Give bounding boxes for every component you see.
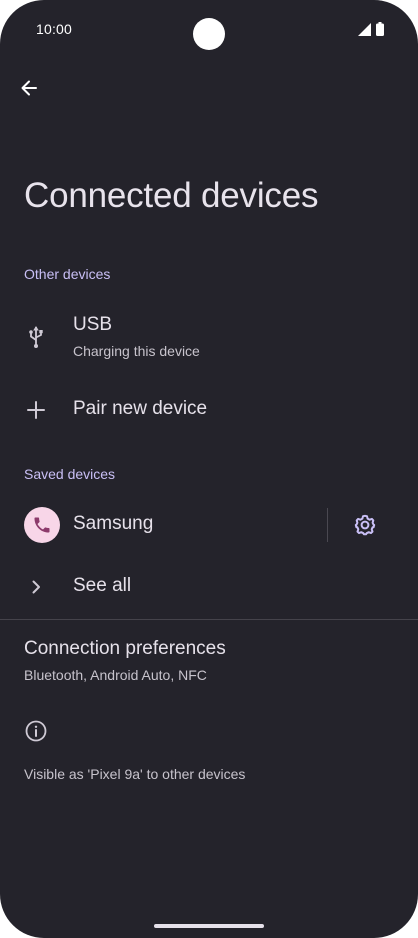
samsung-settings-button[interactable]	[350, 510, 380, 540]
vertical-divider	[327, 508, 328, 542]
page-title: Connected devices	[24, 176, 319, 215]
pair-new-device-label: Pair new device	[73, 398, 208, 419]
add-icon	[24, 398, 48, 422]
see-all-label: See all	[73, 575, 132, 596]
chevron-right-icon	[24, 575, 48, 599]
connection-preferences-subtitle: Bluetooth, Android Auto, NFC	[24, 667, 207, 683]
info-icon	[25, 720, 47, 742]
section-divider	[0, 619, 418, 620]
phone-screen: 10:00 Connected devices Other devices US…	[0, 0, 418, 938]
section-header-other-devices: Other devices	[24, 266, 111, 282]
section-header-saved-devices: Saved devices	[24, 466, 116, 482]
back-button[interactable]	[14, 73, 44, 103]
status-time: 10:00	[36, 21, 73, 37]
connection-preferences-item[interactable]: Connection preferences Bluetooth, Androi…	[0, 628, 418, 694]
battery-icon	[376, 22, 384, 36]
arrow-back-icon	[21, 80, 37, 96]
usb-item[interactable]: USB Charging this device	[0, 305, 418, 375]
usb-title: USB	[73, 314, 113, 335]
visibility-text: Visible as 'Pixel 9a' to other devices	[24, 766, 246, 782]
gear-icon	[354, 514, 376, 536]
see-all-item[interactable]: See all	[0, 562, 418, 612]
signal-icon	[358, 22, 371, 36]
usb-icon	[24, 325, 48, 349]
connection-preferences-title: Connection preferences	[24, 638, 226, 659]
pair-new-device-item[interactable]: Pair new device	[0, 385, 418, 435]
status-bar: 10:00	[0, 0, 418, 60]
camera-cutout	[193, 18, 225, 50]
usb-subtitle: Charging this device	[73, 343, 200, 359]
phone-call-icon	[24, 507, 60, 543]
status-icons	[358, 22, 384, 36]
navigation-handle[interactable]	[154, 924, 264, 928]
samsung-device-label: Samsung	[73, 513, 154, 534]
